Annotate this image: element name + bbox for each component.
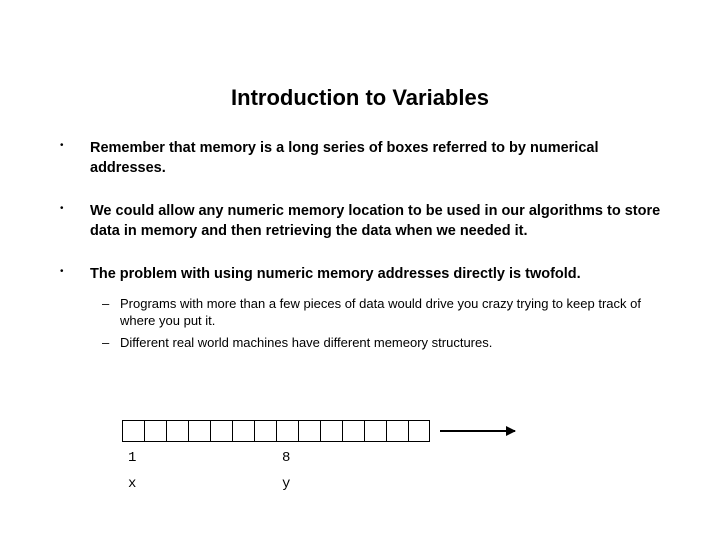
memory-boxes [122,420,430,442]
bullet-list: Remember that memory is a long series of… [50,139,670,351]
memory-cell [254,420,276,442]
label-1: 1 [122,450,276,466]
bullet-item: Remember that memory is a long series of… [50,139,670,178]
memory-cell [408,420,430,442]
memory-cell [188,420,210,442]
memory-cell [320,420,342,442]
memory-cell [298,420,320,442]
bullet-item: The problem with using numeric memory ad… [50,265,670,351]
memory-cell [144,420,166,442]
sub-bullet-item: Different real world machines have diffe… [90,334,670,352]
bullet-text: The problem with using numeric memory ad… [90,266,581,282]
sub-bullet-list: Programs with more than a few pieces of … [90,295,670,352]
label-x: x [122,476,276,492]
arrow-right-icon [440,430,515,432]
memory-cell [122,420,144,442]
memory-cell [342,420,364,442]
sub-bullet-text: Different real world machines have diffe… [120,335,492,350]
bullet-item: We could allow any numeric memory locati… [50,202,670,241]
sub-bullet-item: Programs with more than a few pieces of … [90,295,670,330]
label-8: 8 [276,450,290,466]
memory-cell [386,420,408,442]
memory-cell [232,420,254,442]
memory-cell [364,420,386,442]
label-y: y [276,476,290,492]
sub-bullet-text: Programs with more than a few pieces of … [120,296,641,329]
memory-cell [276,420,298,442]
memory-cell [166,420,188,442]
bullet-text: Remember that memory is a long series of… [90,140,598,176]
memory-cell [210,420,232,442]
diagram-labels: 1 8 x y [122,450,432,502]
slide-title: Introduction to Variables [50,85,670,111]
memory-diagram: 1 8 x y [122,420,430,442]
bullet-text: We could allow any numeric memory locati… [90,203,660,239]
